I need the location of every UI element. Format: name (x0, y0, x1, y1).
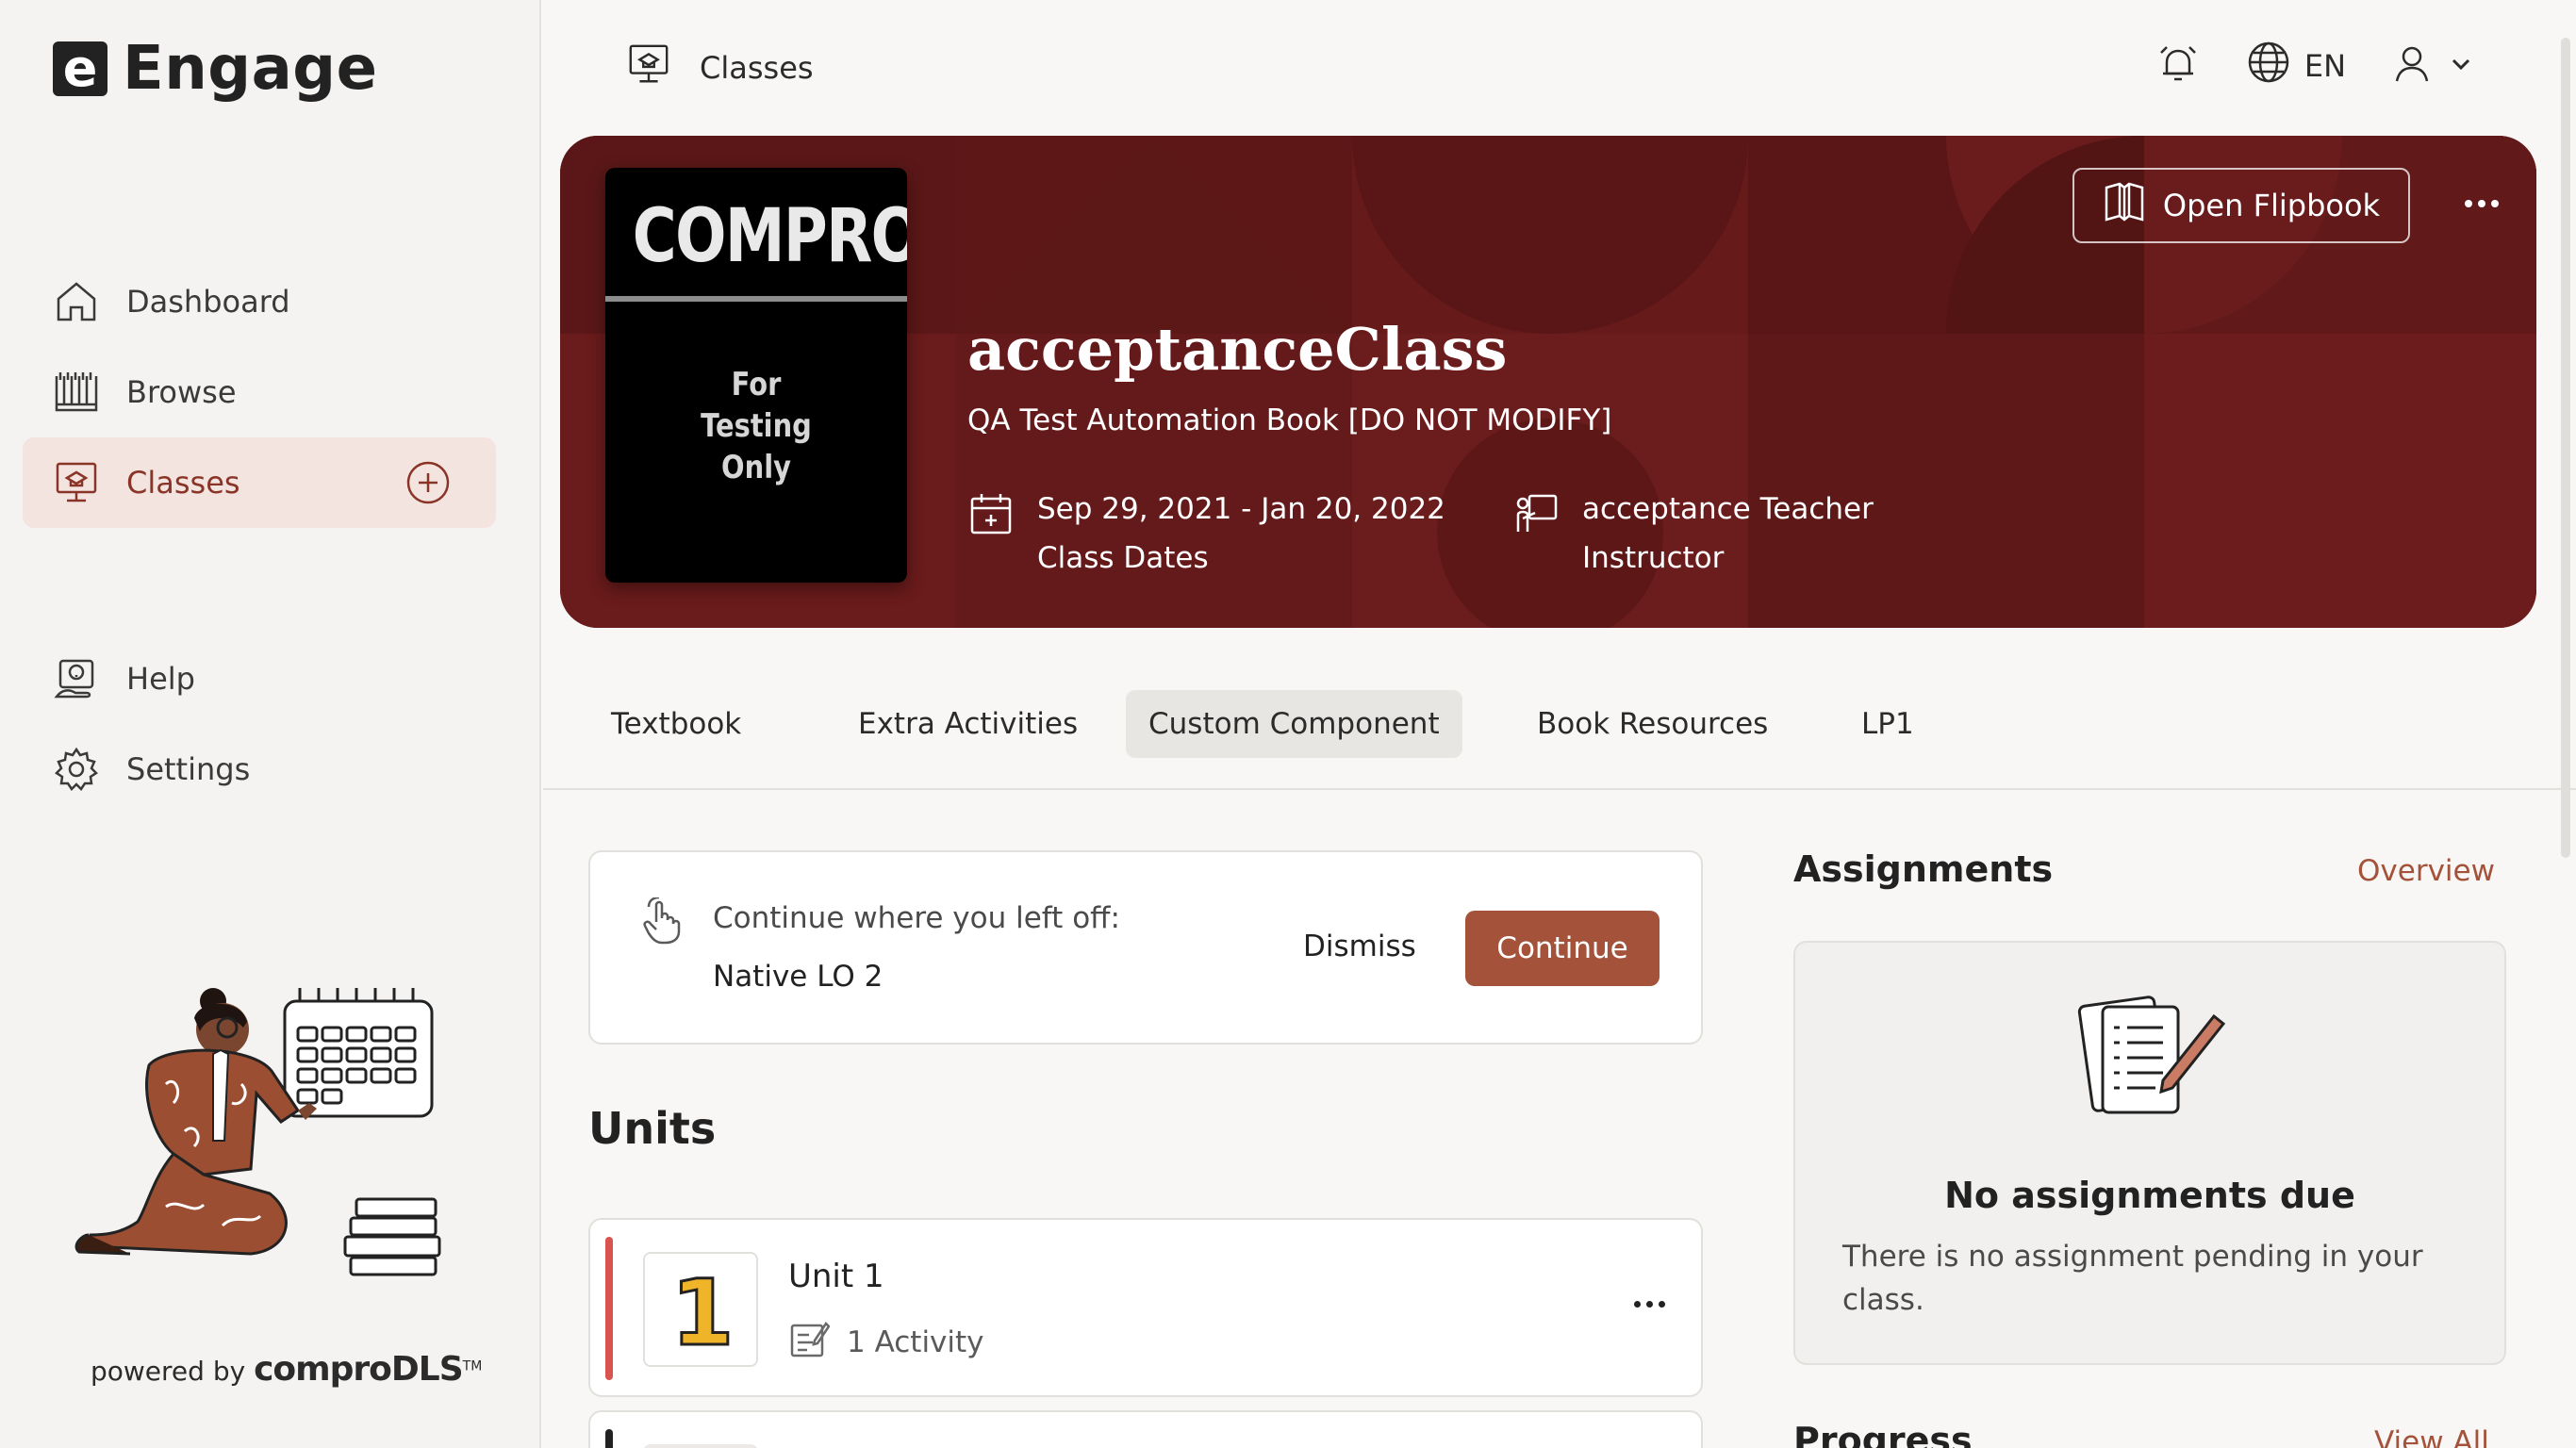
tab-extra-activities[interactable]: Extra Activities (835, 690, 1100, 758)
instructor-label: Instructor (1582, 541, 1725, 575)
primary-nav: Dashboard Browse Classes (23, 256, 496, 528)
book-title: QA Test Automation Book [DO NOT MODIFY] (967, 403, 1612, 437)
gear-icon (53, 746, 100, 793)
empty-state-title: No assignments due (1944, 1175, 2355, 1216)
instructor-icon (1512, 490, 1560, 537)
unit-card[interactable]: 1 Unit 1 1 Activity (588, 1218, 1703, 1397)
book-cover[interactable]: COMPRO For Testing Only (605, 168, 907, 583)
assignments-empty-state: No assignments due There is no assignmen… (1793, 941, 2506, 1365)
class-dates-label: Class Dates (1037, 541, 1209, 575)
sidebar-item-label: Classes (126, 465, 240, 501)
unit-number-badge: 1 (643, 1252, 758, 1368)
units-heading: Units (588, 1103, 717, 1154)
activity-icon (788, 1318, 831, 1367)
trademark-mark: TM (462, 1358, 483, 1374)
tab-custom-component[interactable]: Custom Component (1126, 690, 1462, 758)
assignments-overview-link[interactable]: Overview (2357, 854, 2495, 888)
clipboard-pen-icon (2072, 994, 2233, 1122)
open-flipbook-button[interactable]: Open Flipbook (2072, 168, 2410, 243)
powered-by-prefix: powered by (91, 1356, 246, 1387)
user-icon (2391, 43, 2433, 90)
unit-more-icon[interactable] (1634, 1301, 1665, 1308)
class-tabs: Textbook Extra Activities Custom Compone… (543, 671, 2576, 790)
open-book-icon (2103, 180, 2146, 231)
books-icon (53, 369, 100, 416)
sidebar-item-label: Browse (126, 374, 237, 410)
page-scrollbar[interactable] (2561, 38, 2570, 858)
help-icon (53, 655, 100, 702)
calendar-icon (967, 490, 1015, 537)
language-selector[interactable]: EN (2246, 40, 2346, 92)
secondary-nav: Help Settings (23, 634, 496, 814)
alarm-bell-icon[interactable] (2155, 41, 2201, 91)
class-dates: Sep 29, 2021 - Jan 20, 2022 Class Dates (967, 485, 1445, 583)
instructor-name: acceptance Teacher (1582, 492, 1874, 526)
home-icon (53, 278, 100, 325)
teacher-illustration (62, 952, 458, 1301)
language-code: EN (2304, 48, 2346, 84)
unit-activity-count: 1 Activity (788, 1318, 984, 1367)
unit-number-badge (643, 1444, 758, 1448)
globe-icon (2246, 40, 2291, 92)
cover-divider (605, 296, 907, 302)
assignments-heading: Assignments (1793, 848, 2054, 890)
topbar-actions: EN (2155, 40, 2474, 92)
tab-lp1[interactable]: LP1 (1839, 690, 1937, 758)
cover-title: COMPRO (632, 194, 907, 279)
progress-view-all-link[interactable]: View All (2374, 1425, 2489, 1448)
hand-pointer-icon (639, 896, 686, 945)
sidebar-item-browse[interactable]: Browse (23, 347, 496, 437)
continue-item[interactable]: Native LO 2 (713, 960, 883, 994)
sidebar-item-help[interactable]: Help (23, 634, 496, 724)
unit-color-bar (605, 1237, 613, 1380)
sidebar: e Engage Dashboard Browse Classes Help S… (0, 0, 541, 1448)
class-hero-banner: COMPRO For Testing Only acceptanceClass … (560, 136, 2536, 628)
topbar: Classes EN (543, 0, 2576, 136)
empty-state-text: There is no assignment pending in your c… (1842, 1240, 2423, 1317)
sidebar-item-label: Help (126, 661, 195, 697)
chevron-down-icon (2448, 51, 2474, 82)
continue-card: Continue where you left off: Native LO 2… (588, 850, 1703, 1045)
class-title: acceptanceClass (967, 315, 1508, 384)
sidebar-item-label: Dashboard (126, 284, 290, 320)
class-dates-value: Sep 29, 2021 - Jan 20, 2022 (1037, 492, 1445, 526)
logo-mark: e (53, 41, 107, 96)
more-options-icon[interactable] (2455, 177, 2508, 230)
classroom-icon (626, 41, 671, 94)
unit-number: 1 (671, 1260, 735, 1366)
breadcrumb-label: Classes (700, 50, 814, 86)
unit-card[interactable] (588, 1410, 1703, 1448)
unit-title: Unit 1 (788, 1258, 884, 1295)
sidebar-item-settings[interactable]: Settings (23, 724, 496, 814)
app-logo[interactable]: e Engage (53, 34, 378, 104)
sidebar-item-dashboard[interactable]: Dashboard (23, 256, 496, 347)
app-name: Engage (123, 34, 378, 104)
cover-subtitle: For Testing Only (701, 366, 812, 486)
continue-label: Continue where you left off: (713, 901, 1120, 935)
user-menu[interactable] (2391, 43, 2474, 90)
dismiss-button[interactable]: Dismiss (1303, 930, 1416, 963)
sidebar-item-classes[interactable]: Classes (23, 437, 496, 528)
open-flipbook-label: Open Flipbook (2162, 188, 2381, 223)
tab-book-resources[interactable]: Book Resources (1514, 690, 1791, 758)
unit-color-bar (605, 1429, 613, 1448)
add-class-icon[interactable] (405, 460, 451, 505)
tab-textbook[interactable]: Textbook (588, 690, 764, 758)
breadcrumb: Classes (626, 41, 814, 94)
continue-button[interactable]: Continue (1465, 911, 1660, 986)
sidebar-item-label: Settings (126, 751, 251, 787)
activity-count-label: 1 Activity (847, 1325, 984, 1359)
powered-by-brand: comproDLS (254, 1350, 464, 1389)
classroom-icon (53, 459, 100, 506)
class-instructor: acceptance Teacher Instructor (1512, 485, 1874, 583)
powered-by: powered by comproDLSTM (91, 1350, 482, 1389)
progress-heading: Progress (1793, 1420, 1973, 1448)
